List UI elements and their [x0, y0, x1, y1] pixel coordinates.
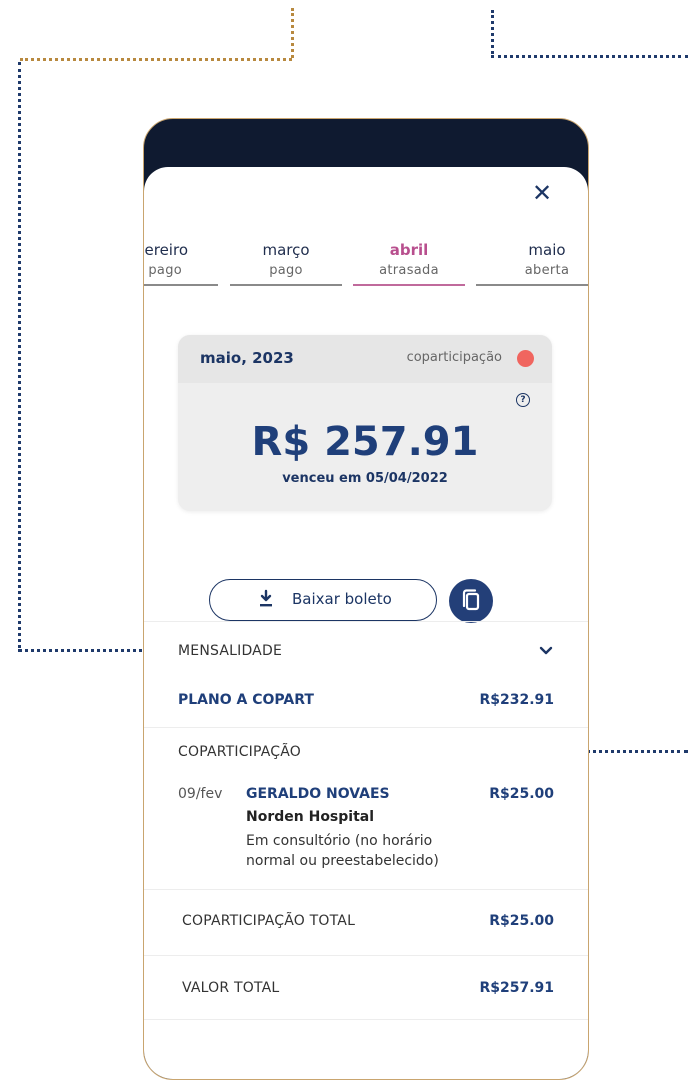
plan-name: PLANO A COPART: [178, 692, 314, 708]
tab-status-label: pago: [148, 263, 182, 278]
copy-icon: [462, 589, 480, 611]
grand-total-label: VALOR TOTAL: [182, 980, 280, 996]
download-boleto-button[interactable]: Baixar boleto: [209, 579, 437, 621]
coparticipacao-section-title: COPARTICIPAÇÃO: [178, 744, 302, 760]
connector-line-gold-horizontal: [20, 58, 292, 61]
month-tabs: vereiro pago março pago abril atrasada m…: [144, 239, 588, 291]
section-divider: [144, 621, 588, 622]
connector-line-navy-vertical-left: [18, 62, 21, 648]
connector-line-navy-horizontal-left: [18, 649, 156, 652]
invoice-card: maio, 2023 coparticipação ? R$ 257.91 ve…: [178, 335, 552, 511]
tab-month-label: março: [262, 241, 310, 259]
invoice-period: maio, 2023: [200, 349, 294, 367]
help-icon[interactable]: ?: [516, 393, 530, 407]
hospital-name: Norden Hospital: [246, 809, 375, 825]
tab-status-label: atrasada: [379, 263, 439, 278]
phone-frame: ✕ vereiro pago março pago abril atrasada…: [143, 118, 589, 1080]
section-divider: [144, 955, 588, 956]
doctor-name: GERALDO NOVAES: [246, 786, 390, 802]
copy-code-button[interactable]: [449, 579, 493, 623]
procedure-value: R$25.00: [489, 786, 554, 802]
tab-month-label: vereiro: [144, 241, 188, 259]
status-dot-icon: [517, 350, 534, 367]
section-divider: [144, 1019, 588, 1020]
invoice-amount: R$ 257.91: [251, 419, 479, 465]
invoice-card-header: maio, 2023 coparticipação: [178, 335, 552, 383]
section-divider: [144, 727, 588, 728]
tab-underline: [230, 284, 342, 286]
copart-total-value: R$25.00: [489, 913, 554, 929]
connector-line-navy-horizontal-top: [491, 55, 688, 58]
invoice-sheet: ✕ vereiro pago março pago abril atrasada…: [144, 167, 588, 1079]
procedure-description-line: normal ou preestabelecido): [246, 853, 439, 869]
tab-abril[interactable]: abril atrasada: [353, 239, 465, 286]
tab-fevereiro[interactable]: vereiro pago: [144, 239, 218, 286]
tab-month-label: maio: [528, 241, 566, 259]
tab-status-label: pago: [269, 263, 303, 278]
due-date-text: venceu em 05/04/2022: [282, 471, 448, 486]
tab-maio[interactable]: maio aberta: [476, 239, 588, 286]
invoice-type-tag: coparticipação: [406, 350, 502, 365]
chevron-down-icon[interactable]: [538, 643, 554, 659]
download-icon: [260, 589, 272, 607]
procedure-description-line: Em consultório (no horário: [246, 833, 433, 849]
connector-line-navy-vertical-top: [491, 10, 494, 54]
tab-underline: [476, 284, 588, 286]
copart-total-label: COPARTICIPAÇÃO TOTAL: [182, 913, 356, 929]
section-divider: [144, 889, 588, 890]
grand-total-value: R$257.91: [479, 980, 554, 996]
tab-status-label: aberta: [524, 263, 570, 278]
connector-line-gold-vertical-right: [291, 8, 294, 58]
close-icon[interactable]: ✕: [530, 181, 554, 205]
download-boleto-label: Baixar boleto: [292, 590, 392, 608]
procedure-date: 09/fev: [178, 786, 223, 802]
procedure-description: Em consultório (no horário normal ou pre…: [246, 831, 456, 871]
tab-underline: [353, 284, 465, 286]
tab-underline: [144, 284, 218, 286]
mensalidade-section-title: MENSALIDADE: [178, 643, 282, 659]
plan-value: R$232.91: [479, 692, 554, 708]
tab-marco[interactable]: março pago: [230, 239, 342, 286]
tab-month-label: abril: [389, 241, 429, 259]
